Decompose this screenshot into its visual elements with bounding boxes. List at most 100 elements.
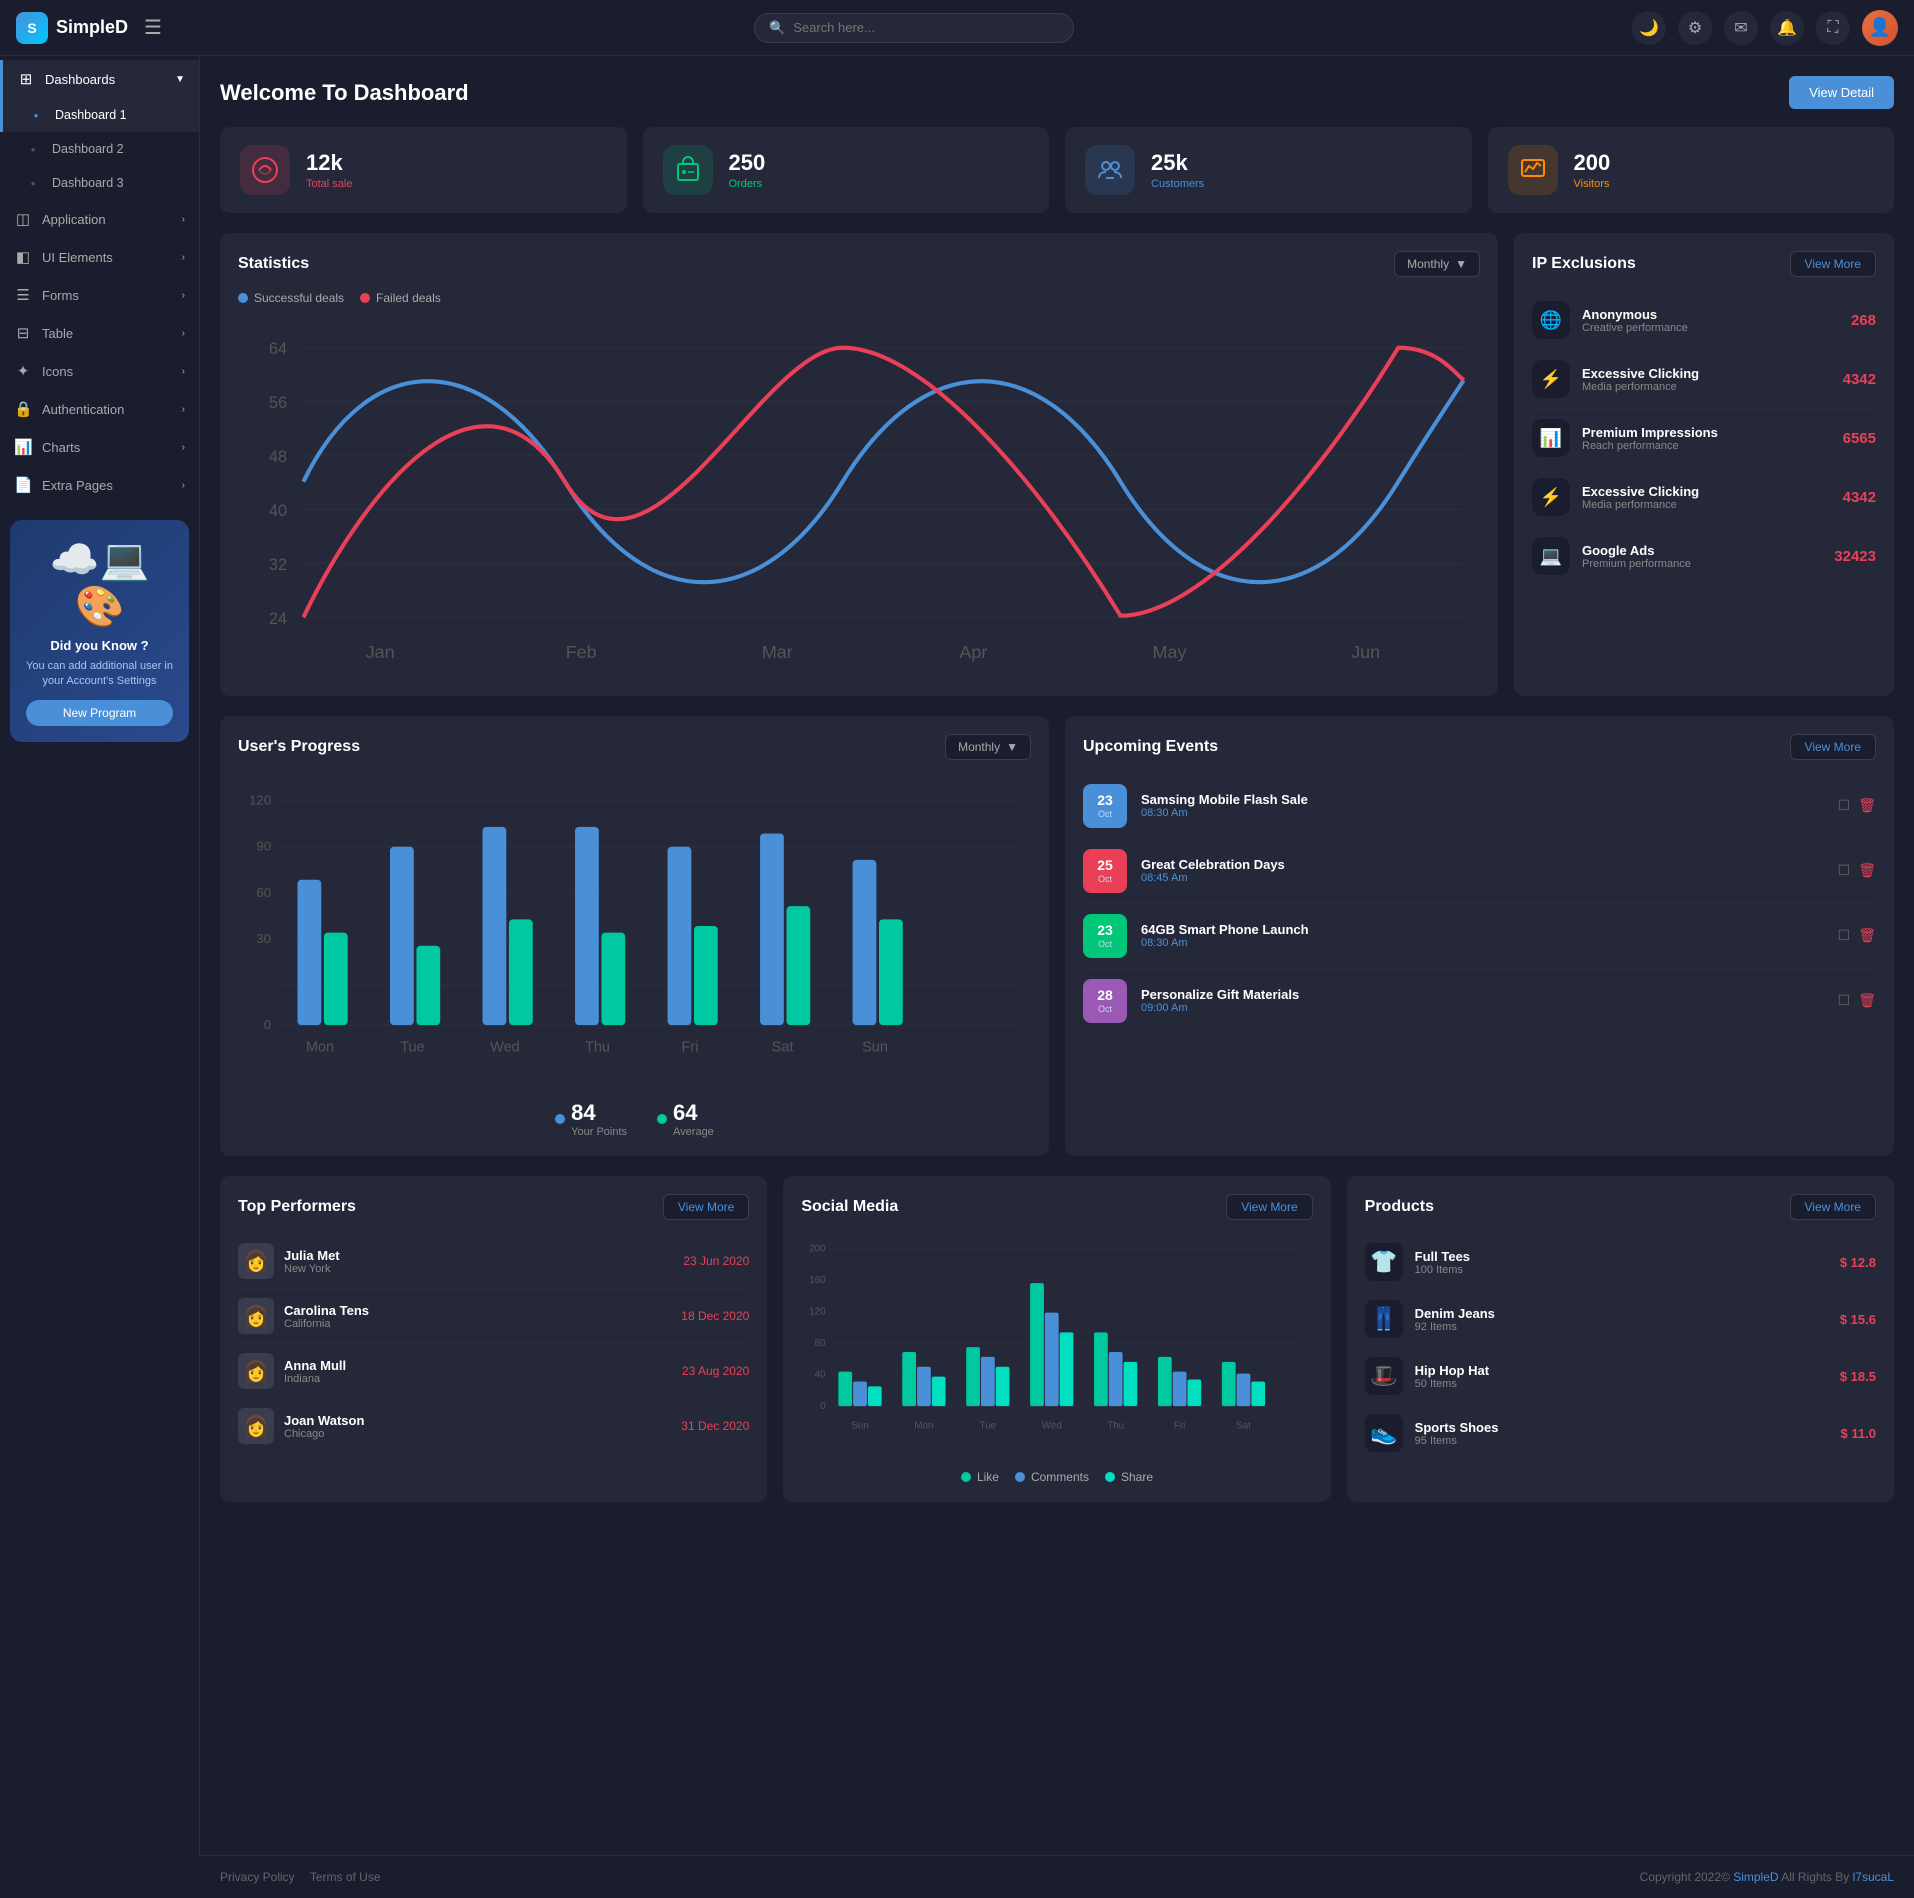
- event-edit-0[interactable]: ☐: [1838, 797, 1851, 814]
- sidebar-item-table[interactable]: ⊟ Table ›: [0, 314, 199, 352]
- view-detail-button[interactable]: View Detail: [1789, 76, 1894, 109]
- progress-stats: 84 Your Points 64 Average: [238, 1092, 1031, 1138]
- event-edit-1[interactable]: ☐: [1838, 862, 1851, 879]
- ip-icon-0: 🌐: [1532, 301, 1570, 339]
- mail-button[interactable]: ✉: [1724, 11, 1758, 45]
- svg-text:Fri: Fri: [1174, 1421, 1185, 1432]
- svg-text:120: 120: [810, 1307, 827, 1318]
- svg-text:0: 0: [264, 1017, 271, 1032]
- upcoming-events-title: Upcoming Events: [1083, 738, 1218, 756]
- social-media-title: Social Media: [801, 1198, 898, 1216]
- sidebar-item-application[interactable]: ◫ Application ›: [0, 200, 199, 238]
- product-price-0: $ 12.8: [1840, 1255, 1876, 1270]
- stat-card-customers: 25k Customers: [1065, 127, 1472, 213]
- stat-card-orders: 250 Orders: [643, 127, 1050, 213]
- sidebar-item-authentication[interactable]: 🔒 Authentication ›: [0, 390, 199, 428]
- sidebar-item-dashboards[interactable]: ⊞ Dashboards ▼: [0, 60, 199, 98]
- dash1-icon: ●: [27, 111, 45, 120]
- performer-date-0: 23 Jun 2020: [683, 1254, 749, 1268]
- sidebar-item-forms[interactable]: ☰ Forms ›: [0, 276, 199, 314]
- stat-card-visitors: 200 Visitors: [1488, 127, 1895, 213]
- layout: ⊞ Dashboards ▼ ● Dashboard 1 ● Dashboard…: [0, 56, 1914, 1855]
- bell-button[interactable]: 🔔: [1770, 11, 1804, 45]
- sidebar-label-icons: Icons: [42, 364, 73, 379]
- progress-stat-points: 84 Your Points: [555, 1100, 627, 1138]
- svg-text:Thu: Thu: [1108, 1421, 1125, 1432]
- chevron-right-icon6: ›: [182, 404, 185, 415]
- chart-legend: Successful deals Failed deals: [238, 291, 1480, 305]
- expand-button[interactable]: ⛶: [1816, 11, 1850, 45]
- event-date-0: 23 Oct: [1083, 784, 1127, 828]
- sidebar-item-icons[interactable]: ✦ Icons ›: [0, 352, 199, 390]
- sidebar-label-application: Application: [42, 212, 106, 227]
- event-edit-3[interactable]: ☐: [1838, 992, 1851, 1009]
- theme-toggle-button[interactable]: 🌙: [1632, 11, 1666, 45]
- top-performers-view-more[interactable]: View More: [663, 1194, 749, 1220]
- upcoming-events-header: Upcoming Events View More: [1083, 734, 1876, 760]
- user-avatar-button[interactable]: 👤: [1862, 10, 1898, 46]
- product-icon-1: 👖: [1365, 1300, 1403, 1338]
- event-item-2: 23 Oct 64GB Smart Phone Launch 08:30 Am …: [1083, 904, 1876, 969]
- products-card: Products View More 👕 Full Tees 100 Items…: [1347, 1176, 1894, 1501]
- ip-exclusions-list: 🌐 Anonymous Creative performance 268 ⚡ E…: [1532, 291, 1876, 585]
- terms-of-use-link[interactable]: Terms of Use: [310, 1870, 381, 1884]
- event-delete-1[interactable]: 🗑: [1858, 862, 1876, 879]
- ip-value-1: 4342: [1843, 371, 1876, 388]
- application-icon: ◫: [14, 210, 32, 228]
- products-view-more[interactable]: View More: [1790, 1194, 1876, 1220]
- event-delete-3[interactable]: 🗑: [1858, 992, 1876, 1009]
- performer-info-1: Carolina Tens California: [284, 1303, 671, 1330]
- statistics-dropdown[interactable]: Monthly ▼: [1394, 251, 1480, 277]
- event-item-1: 25 Oct Great Celebration Days 08:45 Am ☐…: [1083, 839, 1876, 904]
- promo-button[interactable]: New Program: [26, 700, 173, 726]
- auth-icon: 🔒: [14, 400, 32, 418]
- product-2: 🎩 Hip Hop Hat 50 Items $ 18.5: [1365, 1348, 1876, 1405]
- legend-dot-comments: [1015, 1472, 1025, 1482]
- svg-text:Mon: Mon: [915, 1421, 934, 1432]
- sidebar-item-ui-elements[interactable]: ◧ UI Elements ›: [0, 238, 199, 276]
- ip-value-4: 32423: [1834, 548, 1876, 565]
- performer-avatar-0: 👩: [238, 1243, 274, 1279]
- hamburger-button[interactable]: ☰: [144, 15, 162, 40]
- chevron-down-icon: ▼: [1455, 257, 1467, 271]
- search-input[interactable]: [793, 20, 1059, 35]
- sidebar-item-extra-pages[interactable]: 📄 Extra Pages ›: [0, 466, 199, 504]
- customers-icon: [1085, 145, 1135, 195]
- chevron-right-icon8: ›: [182, 480, 185, 491]
- upcoming-events-view-more[interactable]: View More: [1790, 734, 1876, 760]
- settings-button[interactable]: ⚙: [1678, 11, 1712, 45]
- svg-text:Wed: Wed: [490, 1039, 520, 1055]
- ip-item-0: 🌐 Anonymous Creative performance 268: [1532, 291, 1876, 350]
- event-edit-2[interactable]: ☐: [1838, 927, 1851, 944]
- product-info-0: Full Tees 100 Items: [1415, 1249, 1828, 1276]
- performer-2: 👩 Anna Mull Indiana 23 Aug 2020: [238, 1344, 749, 1399]
- svg-text:Jan: Jan: [366, 642, 395, 662]
- sidebar-item-dashboard3[interactable]: ● Dashboard 3: [0, 166, 199, 200]
- event-delete-2[interactable]: 🗑: [1858, 927, 1876, 944]
- svg-text:40: 40: [815, 1370, 826, 1381]
- product-icon-0: 👕: [1365, 1243, 1403, 1281]
- product-price-2: $ 18.5: [1840, 1369, 1876, 1384]
- sidebar-label-dashboard1: Dashboard 1: [55, 108, 127, 122]
- sidebar-item-dashboard2[interactable]: ● Dashboard 2: [0, 132, 199, 166]
- svg-text:30: 30: [256, 931, 271, 946]
- visitors-value: 200: [1574, 150, 1611, 176]
- total-sale-value: 12k: [306, 150, 352, 176]
- bar-chart-container: 120 90 60 30 0: [238, 774, 1031, 1081]
- users-progress-card: User's Progress Monthly ▼: [220, 716, 1049, 1157]
- privacy-policy-link[interactable]: Privacy Policy: [220, 1870, 295, 1884]
- product-0: 👕 Full Tees 100 Items $ 12.8: [1365, 1234, 1876, 1291]
- logo-container: S SimpleD ☰: [16, 12, 196, 44]
- legend-dot-red: [360, 293, 370, 303]
- social-chart-svg: 200 160 120 80 40 0: [801, 1234, 1312, 1450]
- event-delete-0[interactable]: 🗑: [1858, 797, 1876, 814]
- social-media-view-more[interactable]: View More: [1226, 1194, 1312, 1220]
- event-info-2: 64GB Smart Phone Launch 08:30 Am: [1141, 922, 1824, 949]
- search-container: 🔍: [196, 13, 1632, 43]
- ip-info-2: Premium Impressions Reach performance: [1582, 425, 1831, 452]
- users-progress-dropdown[interactable]: Monthly ▼: [945, 734, 1031, 760]
- sidebar-item-charts[interactable]: 📊 Charts ›: [0, 428, 199, 466]
- sidebar-item-dashboard1[interactable]: ● Dashboard 1: [0, 98, 199, 132]
- ip-exclusions-view-more[interactable]: View More: [1790, 251, 1876, 277]
- ip-item-1: ⚡ Excessive Clicking Media performance 4…: [1532, 350, 1876, 409]
